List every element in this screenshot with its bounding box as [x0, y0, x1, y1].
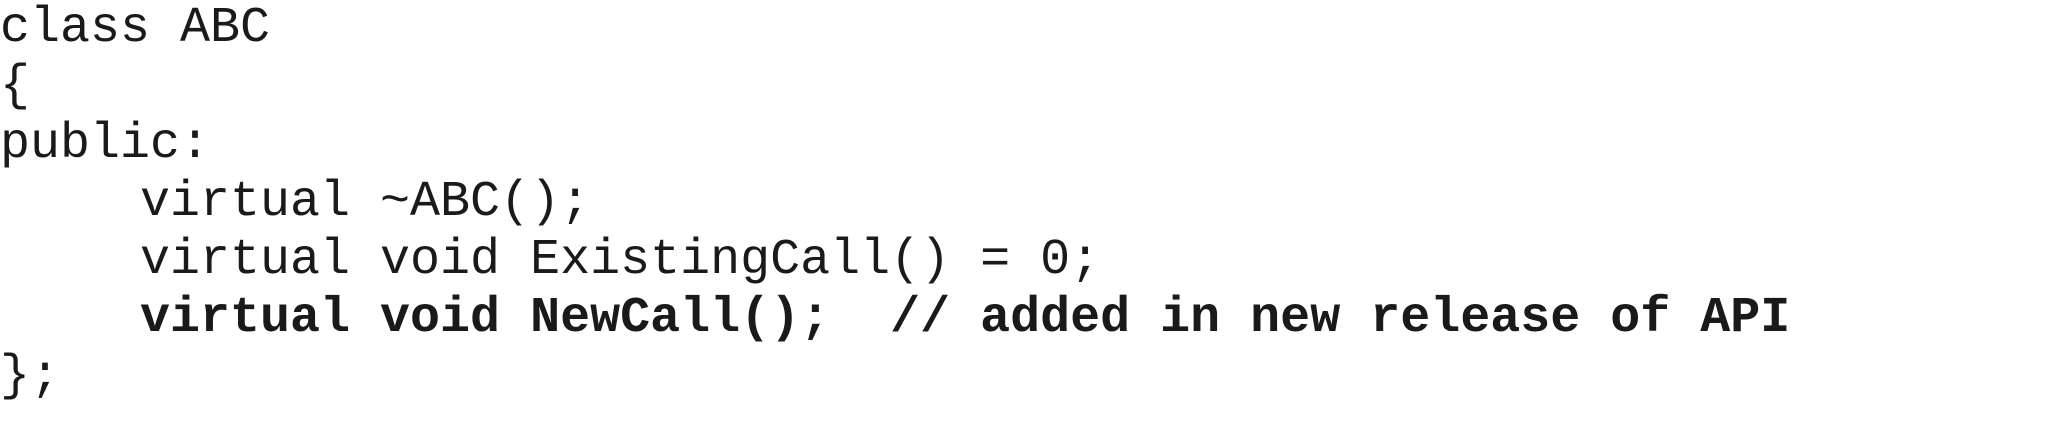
code-line-open-brace: { — [0, 58, 31, 115]
code-line-existing-call: virtual void ExistingCall() = 0; — [140, 232, 1101, 289]
code-line-destructor: virtual ~ABC(); — [140, 174, 591, 231]
code-line-new-call-highlighted: virtual void NewCall(); // added in new … — [140, 290, 1791, 347]
code-line-class-declaration: class ABC — [0, 0, 271, 57]
code-listing: class ABC{public: virtual ~ABC(); virtual … — [0, 0, 2045, 429]
code-line-public-specifier: public: — [0, 116, 211, 173]
code-line-close-brace: }; — [0, 348, 61, 405]
